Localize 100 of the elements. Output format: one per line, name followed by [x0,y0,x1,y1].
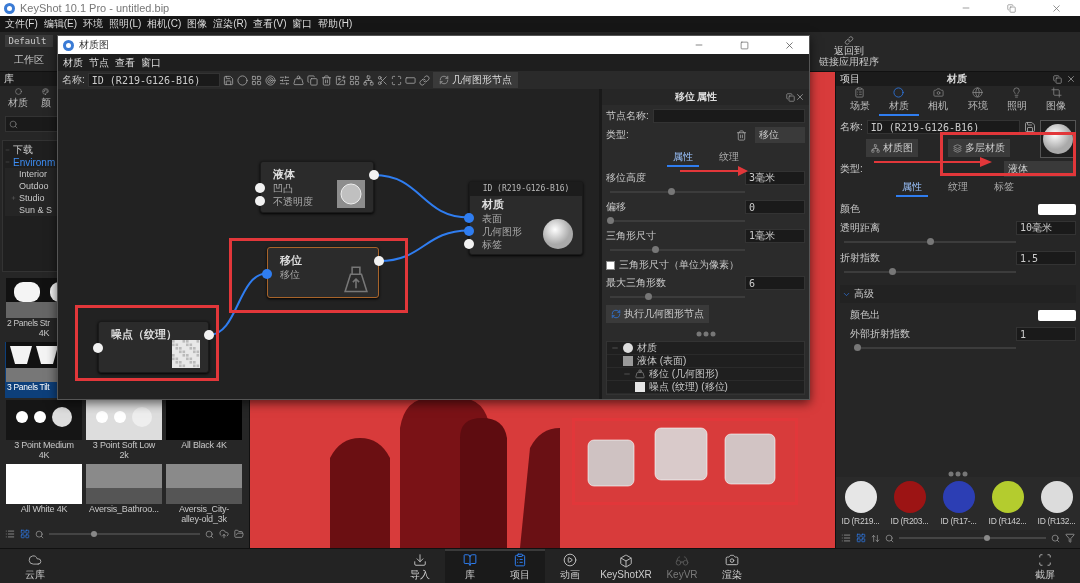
float-icon[interactable] [1053,74,1062,84]
zoom-out-icon[interactable] [885,533,894,543]
value-field[interactable]: 1.5 [1016,251,1076,265]
graph-node[interactable]: 噪点（纹理） [98,321,209,373]
tree-item[interactable]: 噪点 (纹理) (移位) [649,380,728,394]
cloud-library-button[interactable]: 云库 [10,549,60,583]
dock-button[interactable]: KeyShotXR [595,549,657,583]
search-icon[interactable] [9,119,18,129]
panel-tab[interactable]: 照明 [997,86,1037,116]
image-add-icon[interactable] [334,74,346,86]
slider-thumb[interactable] [651,246,659,253]
dock-button[interactable]: 项目 [495,549,545,583]
menu-item[interactable]: 节点 [86,54,112,71]
value-field[interactable]: 1 [1016,327,1076,341]
zoom-in-icon[interactable] [1051,533,1060,543]
cloud-upload-icon[interactable] [219,529,229,539]
slider-thumb[interactable] [667,188,675,195]
value-field[interactable]: 0 [745,200,805,214]
input-port[interactable] [464,225,474,236]
panel-tab[interactable]: 相机 [918,86,958,116]
copy-icon[interactable] [306,74,318,86]
weight-icon[interactable] [292,74,304,86]
grid-view-icon[interactable] [856,533,866,543]
menu-item[interactable]: 窗口 [289,16,316,32]
drag-handle[interactable] [695,331,716,337]
drag-handle[interactable] [948,471,968,477]
color-swatch[interactable] [1038,309,1076,321]
close-icon[interactable] [795,92,805,102]
run-geometry-node-button[interactable]: 执行几何图形节点 [606,305,709,323]
menu-item[interactable]: 环境 [80,16,107,32]
screenshot-button[interactable]: 截屏 [1020,549,1070,583]
color-swatch[interactable] [1038,203,1076,215]
slider-thumb[interactable] [889,268,897,275]
zoom-in-icon[interactable] [205,529,214,539]
tree-item[interactable]: Sun & S [19,205,53,215]
tree-item[interactable]: Outdoo [19,181,49,191]
menu-item[interactable]: 材质 [60,54,86,71]
workspace-dropdown[interactable]: Default [4,35,53,47]
return-button[interactable]: 返回到 链接应用程序 [817,32,881,71]
graph-node[interactable]: 液体 凹凸 不透明度 [260,161,374,213]
library-tab[interactable]: 颜 [38,88,53,110]
circle-icon[interactable] [12,88,24,95]
close-icon[interactable] [1066,74,1076,84]
scissors-icon[interactable] [376,74,388,86]
slider-thumb[interactable] [984,535,991,541]
zoom-out-icon[interactable] [35,529,44,539]
graph-node[interactable]: 移位 移位 [267,247,379,298]
save-icon[interactable] [222,74,234,86]
value-field[interactable]: 6 [745,276,805,290]
output-port[interactable] [369,170,379,180]
tree-item[interactable]: 材质 [637,341,657,355]
output-port[interactable] [204,330,214,340]
network-icon[interactable] [362,74,374,86]
link-icon[interactable] [418,74,430,86]
save-icon[interactable] [1024,121,1036,133]
value-field[interactable]: 10毫米 [1016,221,1076,235]
environment-thumbnail[interactable]: Aversis_Bathroo... [85,464,163,520]
tree-item[interactable]: 移位 (几何图形) [649,367,719,381]
panel-tab[interactable]: 环境 [958,86,998,116]
sort-icon[interactable] [871,533,880,543]
circle-icon[interactable] [236,74,248,86]
menu-item[interactable]: 帮助(H) [315,16,356,32]
menu-item[interactable]: 窗口 [138,54,164,71]
delete-icon[interactable] [320,74,332,86]
input-port[interactable] [464,238,474,249]
material-ball[interactable] [991,481,1024,513]
fit-view-icon[interactable] [390,74,402,86]
float-icon[interactable] [786,92,795,102]
filter-icon[interactable] [1065,533,1075,543]
environment-thumbnail[interactable]: All White 4K [5,464,83,520]
menu-item[interactable]: 编辑(E) [40,16,81,32]
slider-thumb[interactable] [607,217,614,224]
target-icon[interactable] [264,74,276,86]
environment-thumbnail[interactable]: 3 Point Soft Low 2k [85,400,163,462]
list-view-icon[interactable] [5,529,15,539]
multi-material-button[interactable]: 多层材质 [948,139,1010,157]
menu-item[interactable]: 查看(V) [250,16,290,32]
menu-item[interactable]: 照明(L) [106,16,145,32]
slider-thumb[interactable] [854,344,862,351]
folder-icon[interactable] [234,529,244,539]
dock-button[interactable]: 库 [445,549,495,583]
slider-thumb[interactable] [91,531,98,537]
palette-icon[interactable] [40,88,51,95]
grid-view-icon[interactable] [20,529,30,539]
sub-tab[interactable]: 标签 [988,179,1020,197]
material-graph-button[interactable]: 材质图 [866,139,918,157]
node-name-field[interactable] [652,109,805,123]
value-field[interactable]: 1毫米 [745,229,805,243]
sub-tab[interactable]: 纹理 [712,149,745,167]
output-port[interactable] [374,256,384,266]
rectangle-icon[interactable] [404,74,416,86]
tree-item[interactable]: 下载 [13,143,33,157]
grid-add-icon[interactable] [348,74,360,86]
sub-tab[interactable]: 属性 [896,179,928,197]
tree-item[interactable]: Environm [13,156,56,168]
tree-item[interactable]: Interior [19,169,47,179]
library-tab[interactable]: 材质 [6,88,30,110]
dock-button[interactable]: 导入 [395,549,445,583]
name-field[interactable]: ID (R219-G126-B16) [87,73,220,87]
material-ball[interactable] [1040,481,1073,513]
